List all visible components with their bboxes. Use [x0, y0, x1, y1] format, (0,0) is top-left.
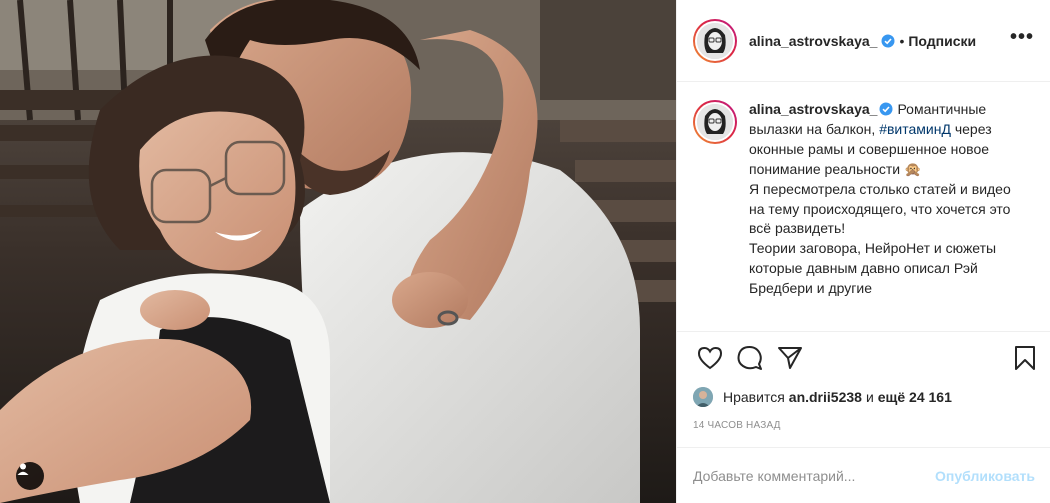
- share-icon: [778, 347, 802, 369]
- comment-button[interactable]: [733, 341, 767, 375]
- tagged-users-button[interactable]: [16, 462, 44, 490]
- caption-line-3: Теории заговора, НейроНет и сюжеты котор…: [749, 240, 997, 297]
- caption-author-avatar[interactable]: [693, 100, 737, 144]
- share-button[interactable]: [773, 341, 807, 375]
- post-timestamp[interactable]: 14 часов назад: [677, 420, 1050, 442]
- following-button[interactable]: Подписки: [908, 33, 976, 49]
- post-header: alina_astrovskaya_ • Подписки •••: [677, 0, 1050, 82]
- bookmark-icon: [1015, 346, 1035, 370]
- likes-prefix: Нравится: [723, 389, 785, 405]
- publish-button[interactable]: Опубликовать: [935, 468, 1035, 484]
- comment-icon: [737, 346, 762, 370]
- more-options-button[interactable]: •••: [1010, 27, 1034, 50]
- avatar-image: [695, 102, 735, 142]
- author-avatar[interactable]: [693, 18, 737, 63]
- verified-badge-icon: [879, 102, 893, 116]
- avatar-image: [695, 20, 735, 61]
- like-button[interactable]: [693, 341, 727, 375]
- caption-username[interactable]: alina_astrovskaya_: [749, 101, 877, 117]
- liker-avatar-icon: [693, 387, 713, 407]
- avatar-portrait-icon: [697, 22, 733, 59]
- post-side-panel: alina_astrovskaya_ • Подписки ••• alina_…: [676, 0, 1050, 503]
- author-info: alina_astrovskaya_ • Подписки: [749, 33, 1010, 49]
- post-photo[interactable]: [0, 0, 676, 503]
- instagram-post: alina_astrovskaya_ • Подписки ••• alina_…: [0, 0, 1050, 503]
- likes-summary: Нравится an.drii5238 и ещё 24 161: [677, 384, 1050, 410]
- heart-icon: [697, 346, 723, 370]
- post-caption: alina_astrovskaya_ Романтичные вылазки на…: [749, 100, 1023, 331]
- liker-username[interactable]: an.drii5238: [789, 389, 862, 405]
- likes-count[interactable]: ещё 24 161: [878, 389, 952, 405]
- separator-dot: •: [899, 32, 905, 49]
- save-button[interactable]: [1008, 341, 1042, 375]
- liker-avatar[interactable]: [693, 387, 713, 407]
- selfie-image: [0, 0, 676, 503]
- post-actions: [677, 332, 1050, 384]
- caption-line-2: Я пересмотрела столько статей и видео на…: [749, 180, 1011, 237]
- add-comment-bar: Опубликовать: [677, 447, 1050, 503]
- user-tag-icon: [17, 463, 29, 475]
- comment-input[interactable]: [693, 467, 936, 484]
- caption-hashtag[interactable]: #витаминД: [879, 121, 951, 137]
- avatar-portrait-icon: [697, 104, 733, 140]
- comments-area[interactable]: alina_astrovskaya_ Романтичные вылазки на…: [677, 82, 1050, 332]
- likes-conjunction: и: [865, 389, 874, 405]
- author-username[interactable]: alina_astrovskaya_: [749, 33, 877, 49]
- verified-badge-icon: [881, 34, 895, 47]
